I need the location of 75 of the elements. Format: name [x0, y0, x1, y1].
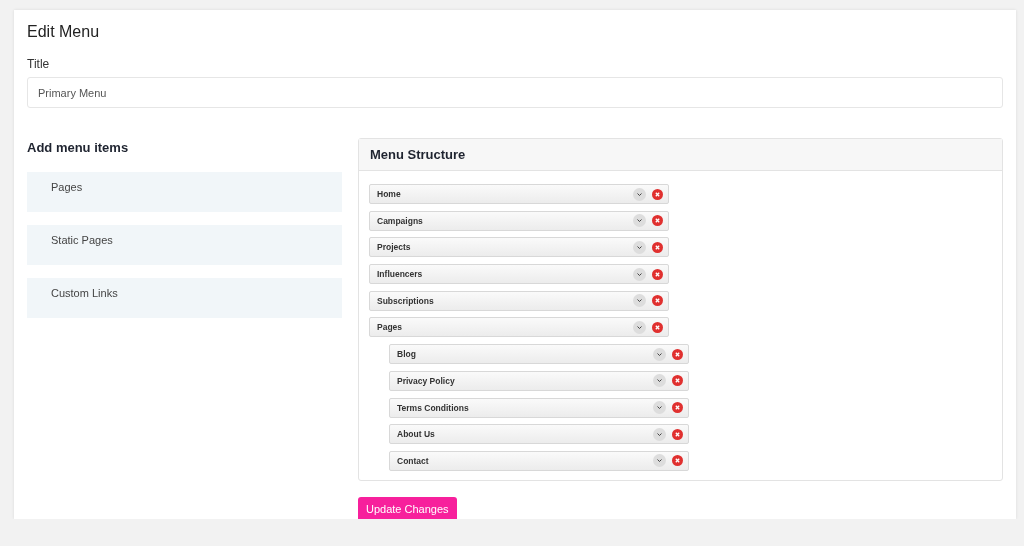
remove-button[interactable] [672, 428, 683, 440]
close-icon [652, 215, 663, 227]
menu-item[interactable]: Blog [389, 344, 689, 365]
menu-item-label: Influencers [377, 269, 424, 280]
expand-button[interactable] [653, 401, 666, 414]
menu-item[interactable]: Home [369, 184, 669, 204]
expand-button[interactable] [653, 374, 666, 388]
close-icon [672, 402, 683, 413]
remove-button[interactable] [652, 268, 663, 280]
menu-item[interactable]: Pages [369, 317, 669, 338]
menu-item-label: Contact [397, 455, 430, 466]
chevron-down-icon [633, 320, 646, 334]
remove-button[interactable] [652, 295, 663, 307]
expand-button[interactable] [633, 320, 646, 334]
remove-button[interactable] [672, 402, 683, 413]
title-input[interactable]: Primary Menu [27, 77, 1003, 108]
menu-item[interactable]: Privacy Policy [389, 370, 689, 391]
remove-button[interactable] [672, 455, 683, 467]
menu-item-label: Subscriptions [377, 295, 435, 306]
accordion-section[interactable]: Static Pages [27, 225, 342, 265]
close-icon [672, 428, 683, 440]
remove-button[interactable] [652, 321, 663, 333]
menu-item-label: Privacy Policy [397, 375, 456, 386]
expand-button[interactable] [633, 267, 646, 281]
menu-item[interactable]: Campaigns [369, 210, 669, 231]
close-icon [652, 321, 663, 333]
menu-item-label: Campaigns [377, 215, 424, 226]
close-icon [652, 241, 663, 253]
panel-heading: Menu Structure [359, 139, 1002, 171]
menu-item-label: Pages [377, 322, 404, 333]
accordion-section[interactable]: Pages [27, 172, 342, 212]
field-label: Title [27, 57, 51, 71]
menu-item[interactable]: About Us [389, 424, 689, 445]
chevron-down-icon [633, 240, 646, 254]
section-heading: Add menu items [27, 140, 130, 157]
chevron-down-icon [653, 374, 666, 388]
menu-item-label: Projects [377, 242, 412, 253]
expand-button[interactable] [633, 294, 646, 308]
close-icon [672, 348, 683, 360]
chevron-down-icon [633, 267, 646, 281]
chevron-down-icon [633, 187, 646, 201]
chevron-down-icon [653, 454, 666, 468]
remove-button[interactable] [652, 241, 663, 253]
menu-item[interactable]: Influencers [369, 264, 669, 285]
menu-item-label: Terms Conditions [397, 402, 470, 413]
page-title: Edit Menu [27, 22, 101, 42]
remove-button[interactable] [672, 375, 683, 387]
update-changes-button[interactable]: Update Changes [358, 496, 457, 519]
expand-button[interactable] [653, 454, 666, 468]
close-icon [652, 295, 663, 307]
expand-button[interactable] [633, 187, 646, 201]
expand-button[interactable] [653, 427, 666, 441]
menu-item[interactable]: Contact [389, 450, 689, 471]
close-icon [672, 455, 683, 467]
expand-button[interactable] [633, 214, 646, 228]
chevron-down-icon [653, 347, 666, 361]
menu-item[interactable]: Subscriptions [369, 290, 669, 311]
menu-item[interactable]: Projects [369, 237, 669, 258]
remove-button[interactable] [652, 215, 663, 227]
close-icon [652, 188, 663, 200]
chevron-down-icon [633, 214, 646, 228]
close-icon [672, 375, 683, 387]
remove-button[interactable] [672, 348, 683, 360]
expand-button[interactable] [653, 347, 666, 361]
chevron-down-icon [633, 294, 646, 308]
expand-button[interactable] [633, 240, 646, 254]
menu-item-label: Blog [397, 349, 417, 360]
accordion-section[interactable]: Custom Links [27, 278, 342, 318]
chevron-down-icon [653, 427, 666, 441]
chevron-down-icon [653, 401, 666, 414]
close-icon [652, 268, 663, 280]
remove-button[interactable] [652, 188, 663, 200]
menu-item-label: Home [377, 189, 402, 199]
menu-item-label: About Us [397, 429, 436, 440]
menu-item[interactable]: Terms Conditions [389, 397, 689, 418]
